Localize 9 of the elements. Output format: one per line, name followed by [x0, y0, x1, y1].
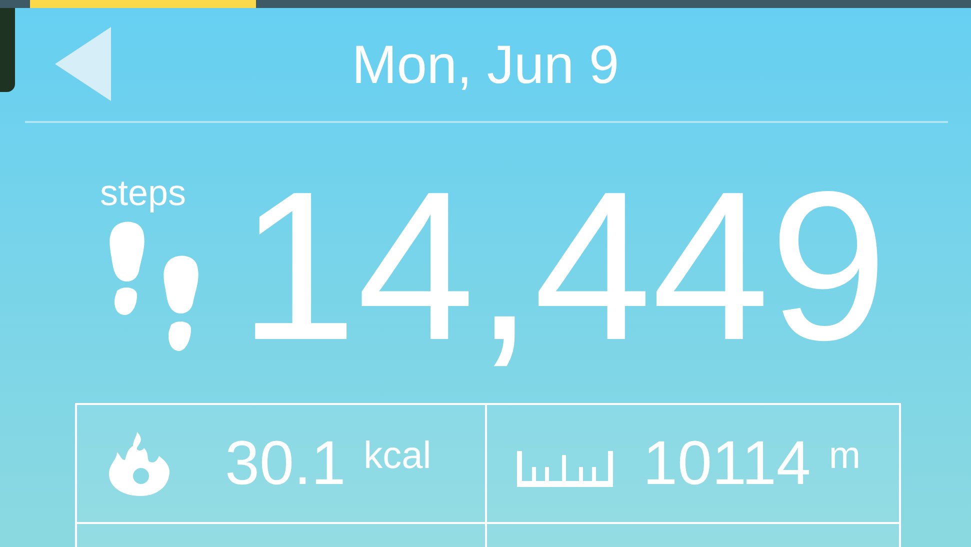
drawer-handle[interactable] [0, 8, 15, 92]
steps-count: 14,449 [239, 160, 888, 372]
back-button[interactable] [55, 27, 111, 101]
steps-label: steps [100, 175, 186, 211]
stat-unit: m [828, 436, 860, 474]
stat-value: 10114 [643, 432, 811, 494]
stat-value: 30.1 [225, 432, 346, 494]
stat-unit: kcal [364, 436, 432, 474]
date-title: Mon, Jun 9 [352, 38, 620, 92]
